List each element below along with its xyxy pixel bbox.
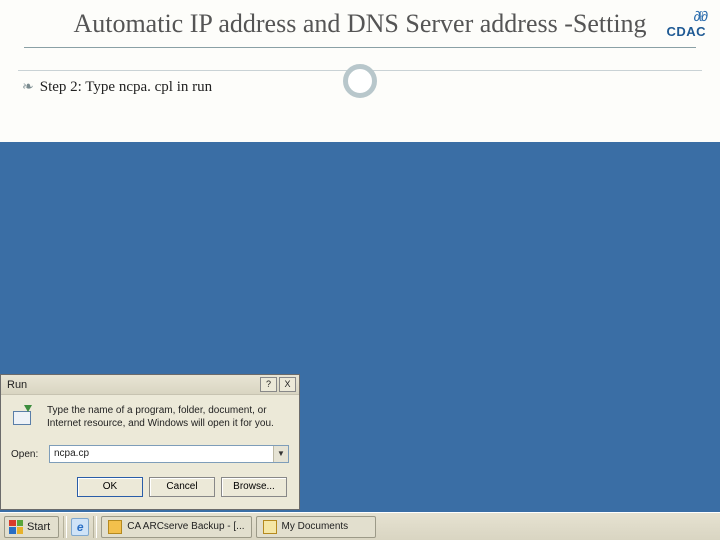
- app-icon: [108, 520, 122, 534]
- ok-button[interactable]: OK: [77, 477, 143, 497]
- start-button[interactable]: Start: [4, 516, 59, 538]
- open-input[interactable]: ncpa.cp: [50, 446, 273, 462]
- run-description: Type the name of a program, folder, docu…: [47, 405, 289, 433]
- desktop-screenshot: Run ? X Type the name of a program, fold…: [0, 142, 720, 540]
- ie-quicklaunch-icon[interactable]: [71, 518, 89, 536]
- start-label: Start: [27, 521, 50, 533]
- folder-icon: [263, 520, 277, 534]
- cancel-button[interactable]: Cancel: [149, 477, 215, 497]
- run-title: Run: [7, 379, 258, 391]
- slide-title-area: Automatic IP address and DNS Server addr…: [0, 0, 720, 48]
- run-titlebar[interactable]: Run ? X: [1, 375, 299, 395]
- taskbar-item-arcserve[interactable]: CA ARCserve Backup - [...: [101, 516, 251, 538]
- taskbar: Start CA ARCserve Backup - [... My Docum…: [0, 512, 720, 540]
- run-icon: [11, 405, 39, 433]
- close-button[interactable]: X: [279, 377, 296, 392]
- browse-button[interactable]: Browse...: [221, 477, 287, 497]
- help-button[interactable]: ?: [260, 377, 277, 392]
- title-ring-decoration: [343, 64, 377, 98]
- title-rule: [24, 47, 696, 48]
- taskbar-separator: [63, 516, 67, 538]
- slide-title: Automatic IP address and DNS Server addr…: [24, 8, 696, 41]
- run-dialog: Run ? X Type the name of a program, fold…: [0, 374, 300, 510]
- open-combobox[interactable]: ncpa.cp ▼: [49, 445, 289, 463]
- taskbar-item-mydocuments[interactable]: My Documents: [256, 516, 376, 538]
- taskbar-item-label: CA ARCserve Backup - [...: [127, 521, 244, 532]
- chevron-down-icon[interactable]: ▼: [273, 446, 288, 462]
- taskbar-separator: [93, 516, 97, 538]
- windows-flag-icon: [9, 520, 23, 534]
- open-label: Open:: [11, 449, 43, 460]
- taskbar-item-label: My Documents: [282, 521, 349, 532]
